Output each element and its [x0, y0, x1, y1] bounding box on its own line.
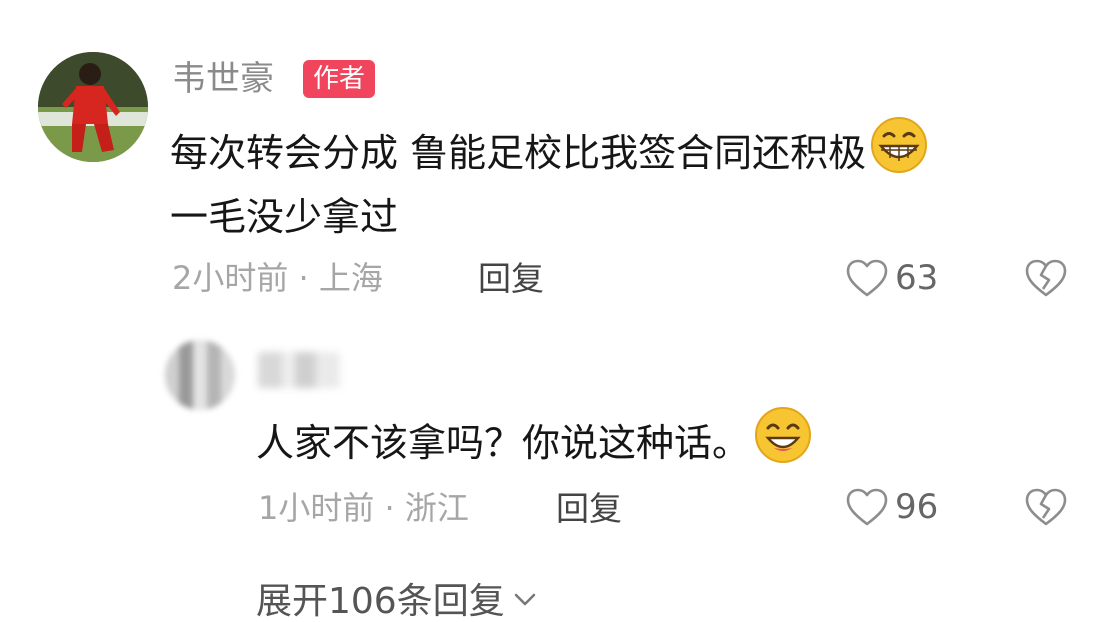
- dislike-button[interactable]: [1024, 258, 1068, 302]
- reply-like-count: 96: [895, 487, 939, 527]
- broken-heart-icon: [1024, 258, 1068, 298]
- reply-reply-button[interactable]: 回复: [556, 492, 622, 525]
- reply-time: 1小时前: [258, 489, 375, 527]
- reply-button[interactable]: 回复: [478, 262, 544, 295]
- heart-icon: [845, 487, 889, 527]
- comment-text: 每次转会分成 鲁能足校比我签合同还积极 一毛没少拿过: [170, 116, 1070, 245]
- avatar[interactable]: [38, 52, 148, 162]
- reply-avatar[interactable]: [165, 340, 235, 410]
- comment-meta: 2小时前 · 上海: [172, 262, 383, 294]
- comment-location: 上海: [318, 259, 383, 297]
- reply-text: 人家不该拿吗？你说这种话。: [256, 406, 1056, 479]
- reply-text-content: 人家不该拿吗？你说这种话。: [256, 421, 751, 465]
- grinning-emoji-icon: [870, 116, 928, 189]
- expand-replies-button[interactable]: 展开106条回复: [256, 584, 537, 620]
- reply-location: 浙江: [404, 489, 469, 527]
- heart-icon: [845, 258, 889, 298]
- reply-meta: 1小时前 · 浙江: [258, 492, 469, 524]
- username[interactable]: 韦世豪: [172, 62, 274, 96]
- comment-time: 2小时前: [172, 259, 289, 297]
- like-button[interactable]: 63: [845, 258, 938, 298]
- smiling-emoji-icon: [754, 406, 812, 479]
- like-count: 63: [895, 258, 939, 298]
- reply-dislike-button[interactable]: [1024, 487, 1068, 531]
- author-badge: 作者: [303, 60, 376, 98]
- reply-like-button[interactable]: 96: [845, 487, 938, 527]
- expand-replies-label: 展开106条回复: [256, 581, 505, 622]
- chevron-down-icon: [513, 592, 537, 612]
- reply-username-blurred[interactable]: [258, 352, 340, 388]
- separator-dot: ·: [374, 489, 405, 527]
- broken-heart-icon: [1024, 487, 1068, 527]
- separator-dot: ·: [288, 259, 319, 297]
- comment-text-line1: 每次转会分成 鲁能足校比我签合同还积极: [170, 131, 867, 175]
- comment-text-line2: 一毛没少拿过: [170, 195, 399, 239]
